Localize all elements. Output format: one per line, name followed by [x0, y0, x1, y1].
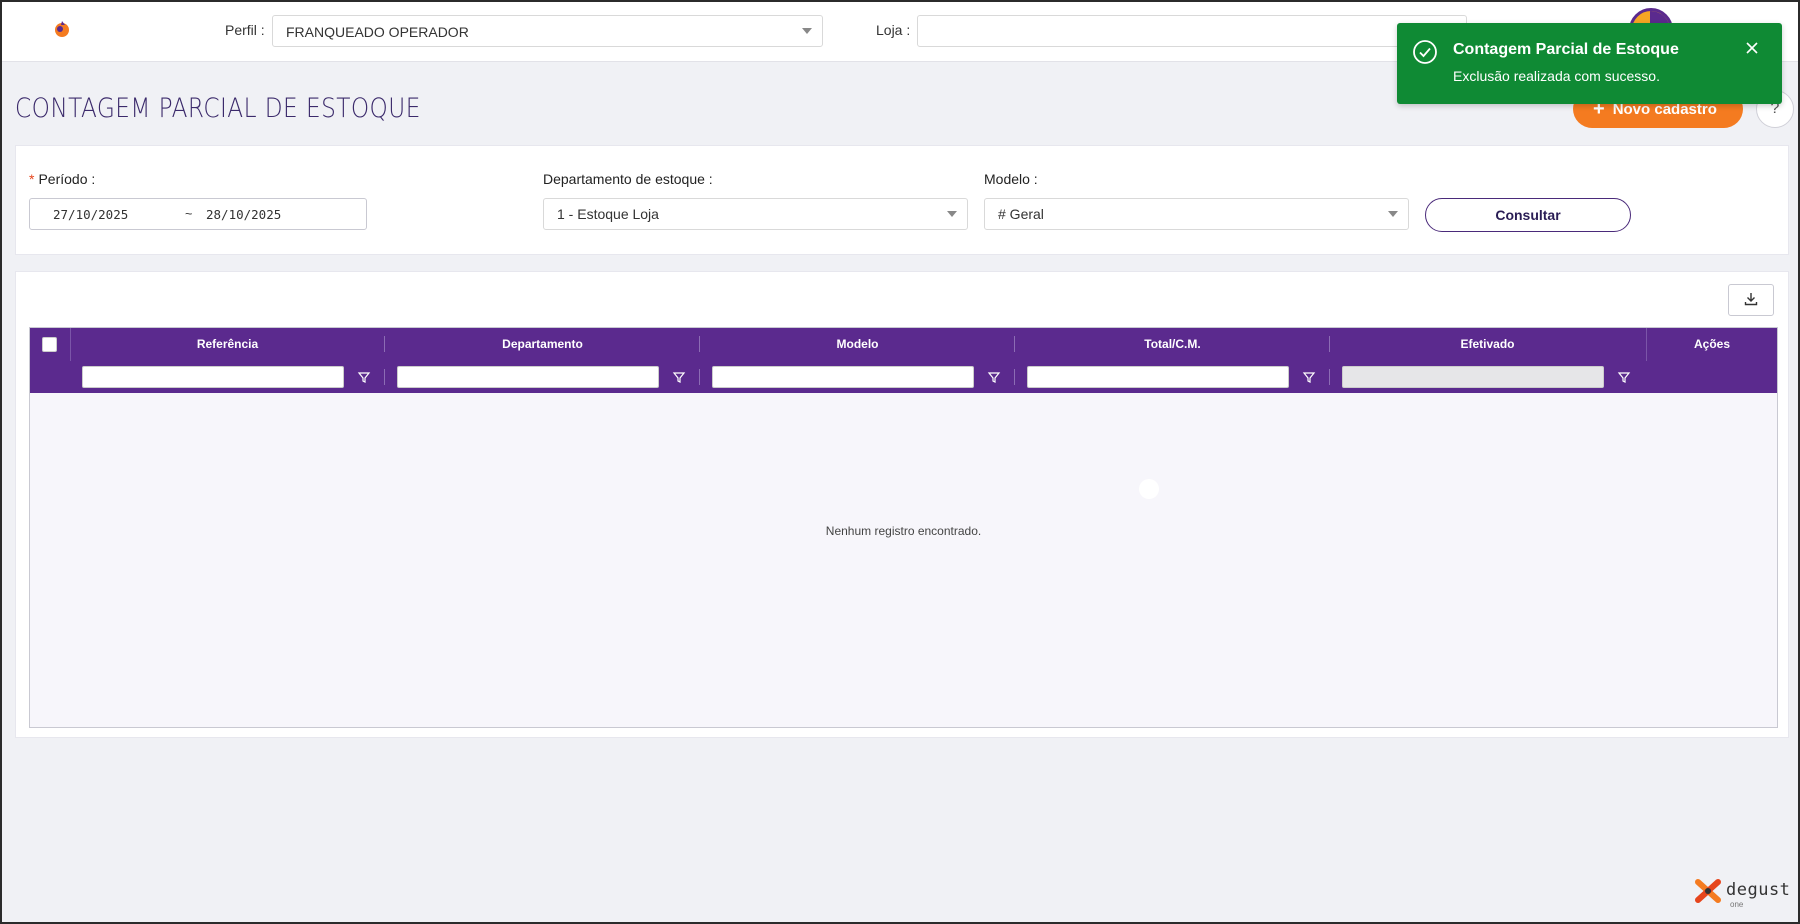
loja-select[interactable]	[917, 15, 1467, 47]
success-toast: Contagem Parcial de Estoque Exclusão rea…	[1397, 23, 1782, 104]
filter-input-departamento[interactable]	[397, 366, 659, 388]
check-circle-icon	[1413, 40, 1437, 64]
filter-panel: * Período : 27/10/2025 ~ 28/10/2025 Depar…	[15, 145, 1789, 255]
date-from-input[interactable]: 27/10/2025	[53, 207, 128, 222]
brand-logo: degust one	[1694, 878, 1791, 909]
filter-input-modelo[interactable]	[712, 366, 974, 388]
grid-panel: Referência Departamento Modelo Total/C.M…	[15, 271, 1789, 738]
filter-icon[interactable]	[1302, 370, 1316, 384]
perfil-label: Perfil :	[225, 22, 265, 38]
data-grid: Referência Departamento Modelo Total/C.M…	[29, 327, 1778, 728]
close-icon[interactable]	[1745, 41, 1759, 55]
chevron-down-icon	[802, 28, 812, 34]
required-asterisk: *	[29, 171, 35, 187]
departamento-label: Departamento de estoque :	[543, 171, 713, 187]
modelo-label: Modelo :	[984, 171, 1038, 187]
brand-sub: one	[1730, 900, 1744, 909]
chevron-down-icon	[1388, 211, 1398, 217]
filter-icon[interactable]	[987, 370, 1001, 384]
empty-message: Nenhum registro encontrado.	[825, 524, 982, 538]
date-range-picker[interactable]: 27/10/2025 ~ 28/10/2025	[29, 198, 367, 230]
periodo-label: * Período :	[29, 171, 95, 187]
column-divider	[1329, 369, 1330, 385]
download-icon	[1744, 292, 1758, 305]
perfil-select[interactable]: FRANQUEADO OPERADOR	[272, 15, 823, 47]
loja-label: Loja :	[876, 22, 911, 38]
filter-icon[interactable]	[357, 370, 371, 384]
column-header-departamento[interactable]: Departamento	[385, 328, 700, 361]
filter-icon[interactable]	[1617, 370, 1631, 384]
column-header-referencia[interactable]: Referência	[70, 328, 385, 361]
filter-icon[interactable]	[672, 370, 686, 384]
loading-indicator	[1139, 479, 1159, 499]
column-divider	[384, 369, 385, 385]
column-header-total[interactable]: Total/C.M.	[1015, 328, 1330, 361]
select-all-checkbox[interactable]	[42, 337, 57, 352]
column-divider	[1014, 369, 1015, 385]
column-header-efetivado[interactable]: Efetivado	[1330, 328, 1645, 361]
chevron-down-icon	[947, 211, 957, 217]
filter-input-efetivado[interactable]	[1342, 366, 1604, 388]
page-title: CONTAGEM PARCIAL DE ESTOQUE	[15, 93, 421, 124]
column-header-modelo[interactable]: Modelo	[700, 328, 1015, 361]
date-to-input[interactable]: 28/10/2025	[206, 207, 281, 222]
export-button[interactable]	[1728, 284, 1774, 316]
filter-input-total[interactable]	[1027, 366, 1289, 388]
filter-input-referencia[interactable]	[82, 366, 344, 388]
modelo-select[interactable]: # Geral	[984, 198, 1409, 230]
departamento-select[interactable]: 1 - Estoque Loja	[543, 198, 968, 230]
logo-icon[interactable]	[52, 19, 72, 39]
grid-filter-row	[30, 361, 1777, 393]
column-divider	[699, 369, 700, 385]
toast-title: Contagem Parcial de Estoque	[1453, 41, 1679, 58]
periodo-label-text: Período :	[38, 171, 96, 187]
consult-button[interactable]: Consultar	[1425, 198, 1631, 232]
brand-icon	[1695, 879, 1721, 903]
grid-header: Referência Departamento Modelo Total/C.M…	[30, 328, 1777, 393]
toast-message: Exclusão realizada com sucesso.	[1453, 68, 1660, 84]
date-separator: ~	[185, 207, 193, 221]
brand-name: degust	[1726, 880, 1791, 900]
departamento-select-value: 1 - Estoque Loja	[557, 206, 659, 222]
perfil-select-value: FRANQUEADO OPERADOR	[286, 24, 469, 40]
column-header-acoes: Ações	[1693, 337, 1731, 351]
modelo-select-value: # Geral	[998, 206, 1044, 222]
